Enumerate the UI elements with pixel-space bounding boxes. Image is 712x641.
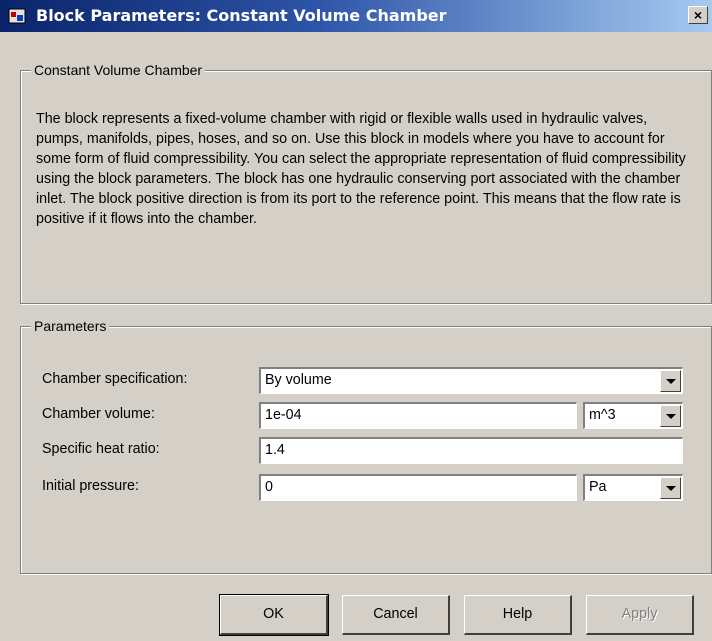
initial-pressure-unit-dropdown[interactable]: Pa: [583, 474, 683, 501]
chamber-specification-dropdown[interactable]: By volume: [259, 367, 683, 394]
specific-heat-ratio-value: 1.4: [265, 442, 285, 458]
chamber-volume-label: Chamber volume:: [42, 406, 155, 422]
chamber-specification-label: Chamber specification:: [42, 371, 188, 387]
initial-pressure-label: Initial pressure:: [42, 478, 139, 494]
chamber-volume-unit-dropdown[interactable]: m^3: [583, 402, 683, 429]
chamber-specification-value: By volume: [265, 372, 332, 388]
window-title: Block Parameters: Constant Volume Chambe…: [36, 6, 447, 25]
chamber-volume-unit-value: m^3: [589, 407, 616, 423]
description-group-title: Constant Volume Chamber: [31, 62, 206, 78]
block-description: The block represents a fixed-volume cham…: [36, 111, 686, 227]
chevron-down-icon[interactable]: [660, 405, 681, 427]
chevron-down-icon[interactable]: [660, 370, 681, 392]
apply-button: Apply: [586, 595, 694, 635]
chamber-volume-input[interactable]: 1e-04: [259, 402, 577, 429]
help-button[interactable]: Help: [464, 595, 572, 635]
title-bar: Block Parameters: Constant Volume Chambe…: [0, 0, 712, 32]
description-group: Constant Volume Chamber The block repres…: [20, 62, 712, 304]
chamber-volume-value: 1e-04: [265, 407, 302, 423]
specific-heat-ratio-label: Specific heat ratio:: [42, 441, 160, 457]
parameters-group-title: Parameters: [31, 318, 110, 334]
ok-button[interactable]: OK: [219, 594, 329, 636]
close-button[interactable]: ×: [688, 6, 708, 24]
initial-pressure-unit-value: Pa: [589, 479, 607, 495]
chevron-down-icon[interactable]: [660, 477, 681, 499]
specific-heat-ratio-input[interactable]: 1.4: [259, 437, 683, 464]
cancel-button[interactable]: Cancel: [342, 595, 450, 635]
initial-pressure-value: 0: [265, 479, 273, 495]
parameters-group: Parameters Chamber specification: By vol…: [20, 318, 712, 574]
close-icon: ×: [693, 7, 703, 23]
block-parameters-icon: [8, 8, 26, 24]
initial-pressure-input[interactable]: 0: [259, 474, 577, 501]
